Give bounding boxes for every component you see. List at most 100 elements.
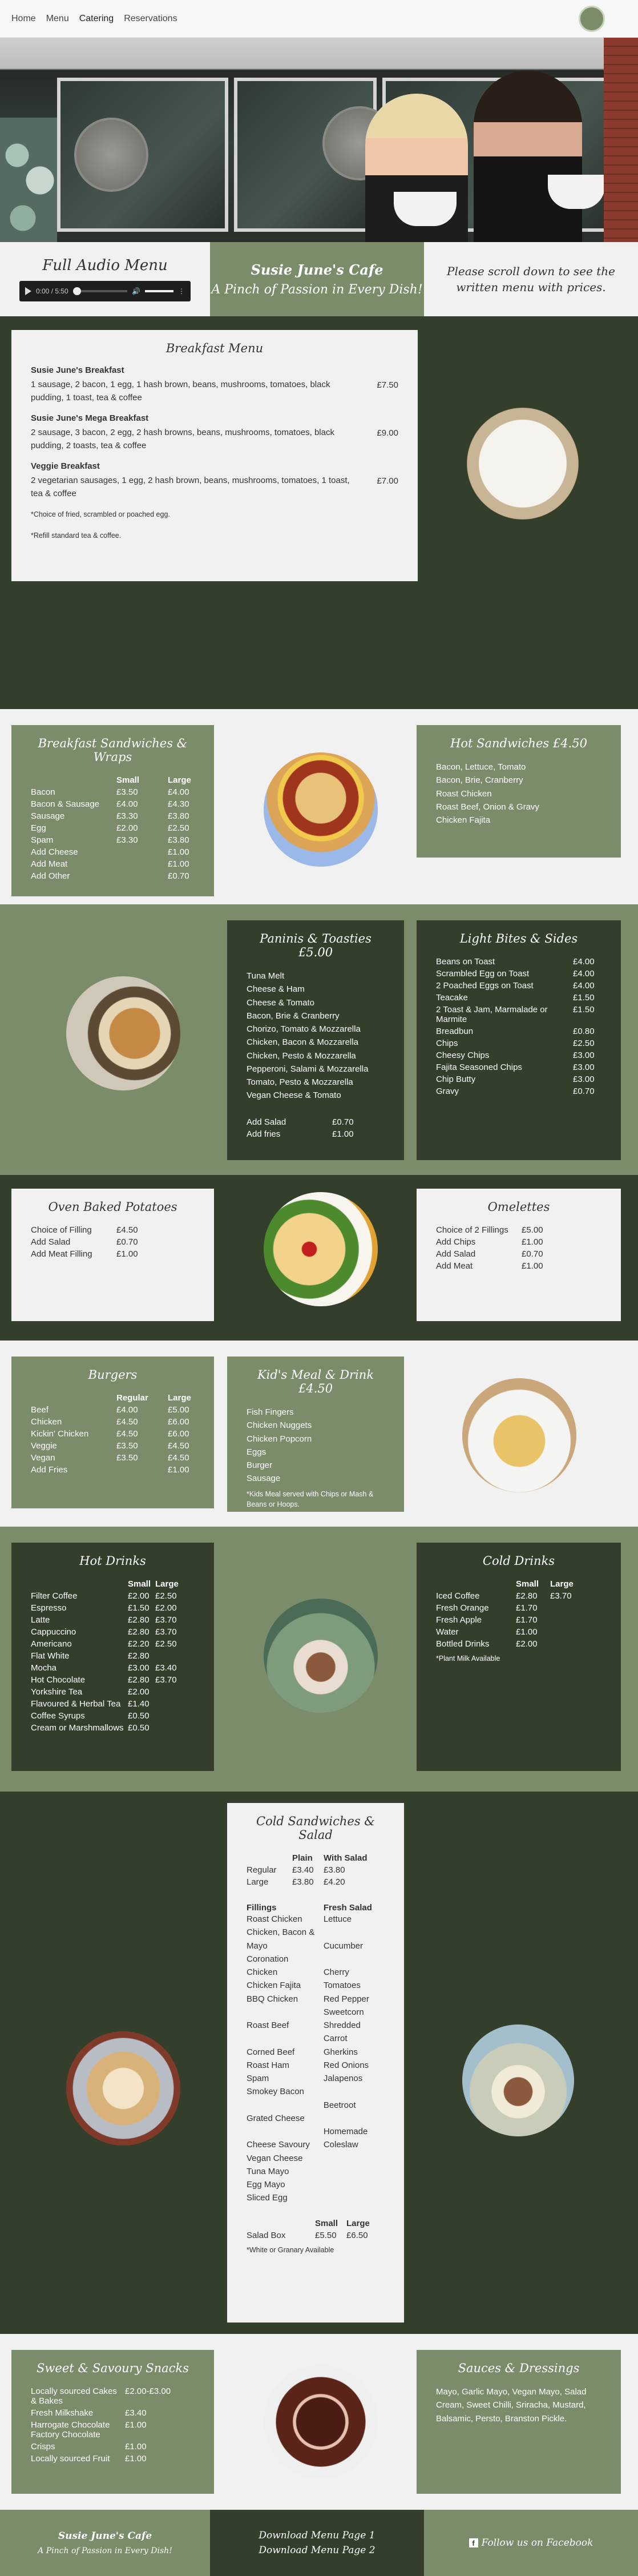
row-price: £4.00 (116, 1405, 138, 1415)
more-options-icon[interactable]: ⋮ (178, 287, 185, 295)
cafe-banner: Susie June's Cafe A Pinch of Passion in … (210, 242, 424, 316)
row-name: Bottled Drinks (436, 1639, 490, 1649)
row-name: Breadbun (436, 1027, 474, 1036)
download-page-1-link[interactable]: Download Menu Page 1 (259, 2530, 375, 2541)
row-price: £3.00 (573, 1050, 595, 1060)
row-price: £1.70 (516, 1603, 538, 1613)
row-price: £3.40 (292, 1865, 314, 1875)
iced-drink-photo (462, 2024, 574, 2136)
row-price: £2.00 (128, 1591, 150, 1601)
list-item: Cheese & Tomato (247, 997, 314, 1008)
cafe-logo[interactable] (579, 6, 605, 32)
cold-drinks-table: Small Large Iced Coffee £2.80 £3.70 Fresh Or… (436, 1578, 574, 1650)
download-page-2-link[interactable]: Download Menu Page 2 (259, 2545, 375, 2556)
list-item: Chicken, Pesto & Mozzarella (247, 1050, 356, 1061)
list-item (324, 1953, 385, 1966)
bsandwiches-title: Breakfast Sandwiches & Wraps (38, 736, 188, 764)
audio-player[interactable]: 0:00 / 5:50 🔊 ⋮ (19, 281, 191, 301)
row-name: Bacon (31, 787, 55, 797)
list-item: Lettuce (323, 1914, 352, 1924)
row-price: £1.00 (522, 1261, 543, 1271)
row-price: £3.00 (573, 1062, 595, 1072)
salad-list: Lettuce Cucumber Cherry Tomatoes Red Pepp… (324, 1913, 385, 2152)
table-row: Add Meat Filling £1.00 (31, 1248, 138, 1260)
egg-note: *Choice of fried, scrambled or poached e… (31, 510, 170, 518)
row-name: Locally sourced Cakes & Bakes (31, 2386, 117, 2406)
table-row: Salad Box £5.50 £6.50 (247, 2229, 370, 2241)
list-item: Homemade Coleslaw (323, 2127, 368, 2150)
panini-photo (66, 976, 180, 1090)
list-item (324, 2085, 385, 2098)
col-header: Large (168, 1393, 191, 1403)
nav-menu[interactable]: Menu (46, 14, 69, 24)
row-name: Cream or Marshmallows (31, 1723, 124, 1733)
table-row: Crisps £1.00 (31, 2441, 171, 2453)
burgers-card: Burgers Regular Large Beef £4.00 £5.00 Chick… (11, 1357, 214, 1508)
cake-photo (264, 2365, 378, 2479)
row-price: £0.70 (573, 1086, 595, 1096)
list-item: Tomato, Pesto & Mozzarella (247, 1077, 353, 1087)
top-nav: Home Menu Catering Reservations (0, 0, 638, 38)
nav-reservations[interactable]: Reservations (124, 14, 177, 24)
list-item (247, 2125, 316, 2138)
item-name: Susie June's Mega Breakfast (31, 413, 149, 423)
col-header: Small (315, 2218, 338, 2228)
list-item: Chorizo, Tomato & Mozzarella (247, 1024, 361, 1034)
row-price: £0.70 (522, 1249, 543, 1259)
paninis-extras: Add Salad £0.70 Add fries £1.00 (247, 1116, 354, 1140)
item-desc: 1 sausage, 2 bacon, 1 egg, 1 hash brown,… (31, 380, 330, 402)
list-item: Roast Ham (247, 2060, 290, 2070)
row-price: £4.50 (168, 1441, 189, 1451)
snacks-card: Sweet & Savoury Snacks Locally sourced C… (11, 2350, 214, 2494)
list-item: Chicken Fajita (247, 1981, 301, 1991)
nav-home[interactable]: Home (11, 14, 36, 24)
item-name: Susie June's Breakfast (31, 365, 124, 375)
refill-note: *Refill standard tea & coffee. (31, 531, 122, 540)
row-price: £6.00 (168, 1429, 189, 1439)
row-name: Add Other (31, 871, 70, 881)
row-price: £2.50 (155, 1639, 177, 1649)
table-row: Latte £2.80 £3.70 (31, 1614, 179, 1626)
table-row: Scrambled Egg on Toast £4.00 (436, 968, 595, 980)
nav-catering[interactable]: Catering (79, 14, 114, 24)
paninis-title: Paninis & Toasties £5.00 (260, 932, 372, 959)
row-price (116, 858, 168, 870)
volume-icon[interactable]: 🔊 (132, 287, 140, 295)
list-item: Shredded Carrot (323, 2020, 361, 2044)
cold-sandwiches-section: Cold Sandwiches & Salad Plain With Salad … (0, 1792, 638, 2334)
row-price (155, 1698, 179, 1710)
audio-progress[interactable] (72, 287, 128, 295)
volume-slider[interactable] (145, 290, 173, 292)
col-header: Small (128, 1579, 151, 1589)
row-price: £0.70 (332, 1117, 354, 1127)
person-image (474, 71, 582, 242)
light-bites-card: Light Bites & Sides Beans on Toast £4.00 S… (417, 920, 621, 1160)
list-item: Cherry Tomatoes (323, 1967, 361, 1991)
row-price: £4.50 (116, 1417, 138, 1427)
row-name: Add Salad (436, 1249, 476, 1259)
item-price: £7.00 (377, 476, 398, 486)
row-name: Iced Coffee (436, 1591, 480, 1601)
row-name: Add Meat Filling (31, 1249, 92, 1259)
row-name: Chicken (31, 1417, 62, 1427)
col-header: Plain (292, 1853, 313, 1863)
row-price: £3.80 (168, 811, 189, 821)
footer-name: Susie June's Cafe (58, 2530, 152, 2542)
row-name: Veggie (31, 1441, 57, 1451)
play-icon[interactable] (25, 287, 31, 295)
table-row: Add fries £1.00 (247, 1128, 354, 1140)
breakfast-card: Breakfast Menu Susie June's Breakfast 1 … (11, 330, 418, 581)
facebook-icon[interactable]: f (469, 2538, 478, 2547)
list-item: Vegan Cheese & Tomato (247, 1090, 341, 1101)
list-item: Gherkins (323, 2047, 358, 2057)
hot-drinks-title: Hot Drinks (79, 1554, 146, 1568)
row-price: £3.70 (550, 1591, 572, 1601)
kids-card: Kid's Meal & Drink £4.50 Fish Fingers Chi… (227, 1357, 404, 1512)
facebook-link[interactable]: Follow us on Facebook (482, 2537, 593, 2549)
row-price: £3.70 (155, 1615, 177, 1625)
row-price: £1.50 (573, 993, 595, 1003)
list-item: Chicken Fajita (436, 815, 491, 825)
row-price: £1.00 (125, 2442, 147, 2452)
list-item: Pepperoni, Salami & Mozzarella (247, 1064, 369, 1074)
row-name: Fresh Milkshake (31, 2408, 94, 2418)
